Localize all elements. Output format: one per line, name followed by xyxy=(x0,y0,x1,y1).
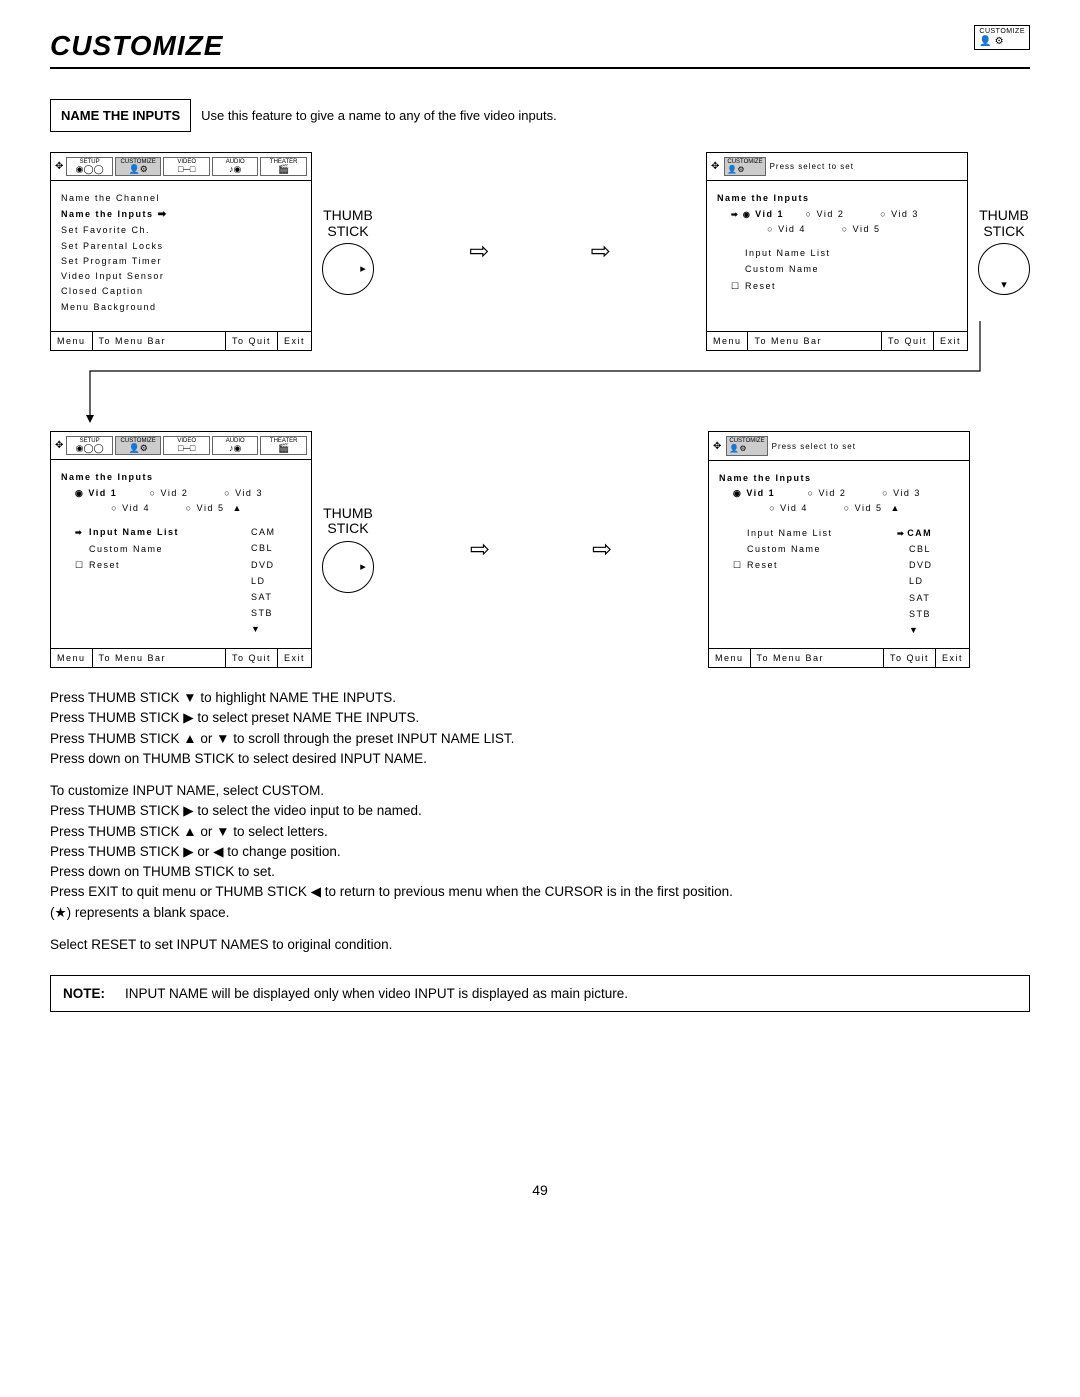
section-title: Name the Inputs xyxy=(719,471,959,486)
vid-5: Vid 5 ▲ xyxy=(844,501,919,516)
menu-item-set-parental: Set Parental Locks xyxy=(61,239,301,254)
vid-3: Vid 3 xyxy=(882,486,957,501)
opt-input-name-list: Input Name List xyxy=(731,245,957,261)
screen-header: ✥ SETUP◉◯◯ CUSTOMIZE👤⚙ VIDEO□─□ AUDIO♪◉ … xyxy=(51,153,311,181)
screen-footer: Menu To Menu Bar To Quit Exit xyxy=(709,648,969,667)
thumb-stick-icon xyxy=(978,243,1030,295)
screen-footer: Menu To Menu Bar To Quit Exit xyxy=(51,648,311,667)
flow-arrow-icon: ⇨ xyxy=(469,240,489,264)
vid-1: Vid 1 xyxy=(733,486,808,501)
section-title: Name the Inputs xyxy=(717,191,957,206)
opt-reset: Reset xyxy=(733,557,909,573)
vid-1: Vid 1 xyxy=(75,486,150,501)
flow-connector xyxy=(50,351,1030,431)
vid-4: Vid 4 xyxy=(769,501,844,516)
menu-item-closed-caption: Closed Caption xyxy=(61,284,301,299)
opt-custom-name: Custom Name xyxy=(731,261,957,277)
note-label: NOTE: xyxy=(63,986,105,1001)
screen-header: ✥ CUSTOMIZE👤⚙ Press select to set xyxy=(709,432,969,460)
note-box: NOTE: INPUT NAME will be displayed only … xyxy=(50,975,1030,1012)
opt-custom-name: Custom Name xyxy=(75,541,251,557)
section-title: Name the Inputs xyxy=(61,470,301,485)
opt-input-name-list: Input Name List xyxy=(75,524,251,540)
menu-list: Name the Channel Name the Inputs Set Fav… xyxy=(51,181,311,331)
connector-line xyxy=(50,321,1030,441)
inputs-body: Name the Inputs Vid 1 Vid 2 Vid 3 Vid 4 … xyxy=(709,461,969,648)
page-title: CUSTOMIZE xyxy=(50,30,1030,69)
feature-description: Use this feature to give a name to any o… xyxy=(201,108,557,123)
screen-header: ✥ SETUP◉◯◯ CUSTOMIZE👤⚙ VIDEO□─□ AUDIO♪◉ … xyxy=(51,432,311,460)
feature-heading: NAME THE INPUTS Use this feature to give… xyxy=(50,99,1030,132)
vid-2: Vid 2 xyxy=(150,486,225,501)
menu-item-name-channel: Name the Channel xyxy=(61,191,301,206)
screen-header: ✥ CUSTOMIZE👤⚙ Press select to set xyxy=(707,153,967,181)
opt-custom-name: Custom Name xyxy=(733,541,909,557)
instructions: Press THUMB STICK ▼ to highlight NAME TH… xyxy=(50,688,1030,955)
flow-arrow-icon: ⇨ xyxy=(470,538,490,562)
opt-reset: Reset xyxy=(731,278,957,294)
inputs-body: Name the Inputs Vid 1 Vid 2 Vid 3 Vid 4 … xyxy=(707,181,967,331)
vid-3: Vid 3 xyxy=(880,207,955,222)
vid-2: Vid 2 xyxy=(808,486,883,501)
vid-5: Vid 5 xyxy=(842,222,917,237)
screen-cam-selected: ✥ CUSTOMIZE👤⚙ Press select to set Name t… xyxy=(708,431,970,668)
opt-input-name-list: Input Name List xyxy=(733,525,909,541)
thumb-stick-2: THUMBSTICK xyxy=(978,208,1030,295)
menu-item-video-sensor: Video Input Sensor xyxy=(61,269,301,284)
flow-arrow-icon: ⇨ xyxy=(592,538,612,562)
inputs-body: Name the Inputs Vid 1 Vid 2 Vid 3 Vid 4 … xyxy=(51,460,311,647)
menu-item-set-favorite: Set Favorite Ch. xyxy=(61,223,301,238)
menu-item-set-timer: Set Program Timer xyxy=(61,254,301,269)
thumb-stick-1: THUMBSTICK xyxy=(322,208,374,295)
vid-5: Vid 5 ▲ xyxy=(186,501,261,516)
thumb-stick-3: THUMBSTICK xyxy=(322,506,374,593)
feature-label: NAME THE INPUTS xyxy=(50,99,191,132)
vid-4: Vid 4 xyxy=(111,501,186,516)
page-number: 49 xyxy=(50,1182,1030,1198)
vid-4: Vid 4 xyxy=(767,222,842,237)
opt-reset: Reset xyxy=(75,557,251,573)
customize-page-icon: CUSTOMIZE 👤 ⚙ xyxy=(974,25,1030,50)
menu-item-name-inputs: Name the Inputs xyxy=(61,206,301,223)
name-list: CAM CBL DVD LD SAT STB ▼ xyxy=(251,524,291,637)
flow-row-2: ✥ SETUP◉◯◯ CUSTOMIZE👤⚙ VIDEO□─□ AUDIO♪◉ … xyxy=(50,431,1030,668)
name-list: CAM CBL DVD LD SAT STB ▼ xyxy=(909,525,949,639)
note-text: INPUT NAME will be displayed only when v… xyxy=(125,986,628,1001)
vid-3: Vid 3 xyxy=(224,486,299,501)
flow-arrow-icon: ⇨ xyxy=(591,240,611,264)
thumb-stick-icon xyxy=(322,243,374,295)
thumb-stick-icon xyxy=(322,541,374,593)
vid-2: Vid 2 xyxy=(806,207,881,222)
screen-input-name-list: ✥ SETUP◉◯◯ CUSTOMIZE👤⚙ VIDEO□─□ AUDIO♪◉ … xyxy=(50,431,312,667)
vid-1: Vid 1 xyxy=(731,207,806,222)
menu-item-menu-bg: Menu Background xyxy=(61,300,301,315)
